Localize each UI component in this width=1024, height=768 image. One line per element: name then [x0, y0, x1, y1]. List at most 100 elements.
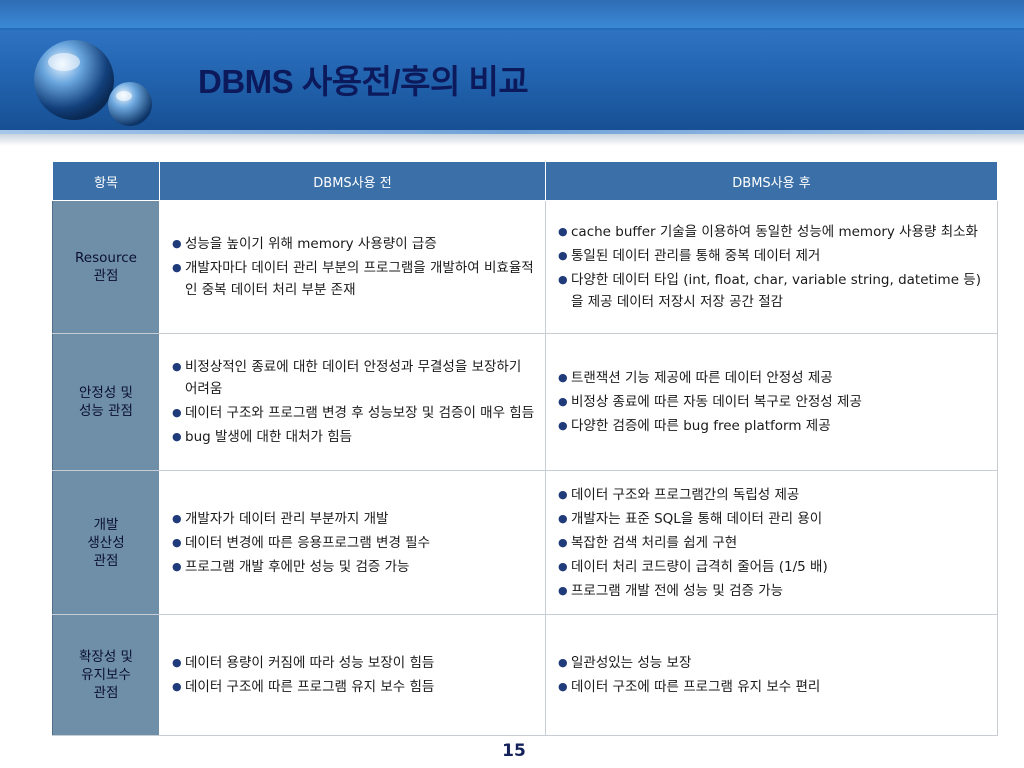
- category-cell: Resource 관점: [52, 200, 160, 334]
- bullet-icon: ●: [558, 680, 568, 693]
- bullet-icon: ●: [172, 535, 182, 549]
- slide-title: DBMS 사용전/후의 비교: [198, 63, 529, 100]
- list-item: ● 다양한 데이터 타입 (int, float, char, variable …: [558, 269, 987, 313]
- list-item-text: 비정상적인 종료에 대한 데이터 안정성과 무결성을 보장하기 어려움: [185, 359, 522, 397]
- before-cell: ● 비정상적인 종료에 대한 데이터 안정성과 무결성을 보장하기 어려움 ● 데이…: [159, 333, 546, 471]
- bullet-icon: ●: [558, 273, 568, 286]
- list-item: ● 데이터 구조에 따른 프로그램 유지 보수 편리: [558, 676, 987, 698]
- category-line: 관점: [93, 552, 119, 569]
- bullet-icon: ●: [172, 656, 182, 669]
- comparison-table: 항목 DBMS사용 전 DBMS사용 후 Resource 관점 ● 성능을 높이…: [52, 161, 998, 736]
- list-item: ● 데이터 구조에 따른 프로그램 유지 보수 힘듬: [172, 676, 535, 698]
- list-item-text: 트랜잭션 기능 제공에 따른 데이터 안정성 제공: [571, 370, 833, 386]
- list-item: ● 프로그램 개발 전에 성능 및 검증 가능: [558, 580, 987, 602]
- list-item-text: 개발자가 데이터 관리 부분까지 개발: [185, 510, 389, 527]
- bullet-icon: ●: [558, 371, 568, 384]
- list-item: ● 데이터 처리 코드량이 급격히 줄어듬 (1/5 배): [558, 556, 987, 578]
- list-item: ● 데이터 구조와 프로그램 변경 후 성능보장 및 검증이 매우 힘듬: [172, 402, 535, 424]
- list-item: ● 데이터 구조와 프로그램간의 독립성 제공: [558, 484, 987, 506]
- list-item: ● cache buffer 기술을 이용하여 동일한 성능에 memory 사용…: [558, 221, 987, 243]
- list-item-text: 비정상 종료에 따른 자동 데이터 복구로 안정성 제공: [571, 394, 862, 410]
- list-item-text: 통일된 데이터 관리를 통해 중복 데이터 제거: [571, 248, 821, 264]
- list-item: ● 데이터 변경에 따른 응용프로그램 변경 필수: [172, 532, 535, 554]
- list-item-text: 프로그램 개발 후에만 성능 및 검증 가능: [185, 558, 410, 575]
- list-item: ● 복잡한 검색 처리를 쉽게 구현: [558, 532, 987, 554]
- bullet-icon: ●: [558, 535, 568, 549]
- list-item: ● 비정상 종료에 따른 자동 데이터 복구로 안정성 제공: [558, 391, 987, 413]
- table-row: 안정성 및 성능 관점 ● 비정상적인 종료에 대한 데이터 안정성과 무결성을 …: [52, 333, 998, 471]
- before-cell: ● 데이터 용량이 커짐에 따라 성능 보장이 힘듬 ● 데이터 구조에 따른 프로…: [159, 614, 546, 736]
- category-cell: 안정성 및 성능 관점: [52, 333, 160, 471]
- category-cell: 개발 생산성 관점: [52, 470, 160, 615]
- bullet-icon: ●: [172, 511, 182, 525]
- bullet-icon: ●: [558, 225, 568, 238]
- table: 항목 DBMS사용 전 DBMS사용 후 Resource 관점 ● 성능을 높이…: [52, 161, 998, 736]
- list-item-text: cache buffer 기술을 이용하여 동일한 성능에 memory 사용량…: [571, 224, 978, 240]
- list-item: ● bug 발생에 대한 대처가 힘듬: [172, 426, 535, 448]
- list-item-text: 데이터 구조에 따른 프로그램 유지 보수 편리: [571, 679, 821, 695]
- after-cell: ● 트랜잭션 기능 제공에 따른 데이터 안정성 제공 ● 비정상 종료에 따른 자…: [545, 333, 998, 471]
- before-list: ● 비정상적인 종료에 대한 데이터 안정성과 무결성을 보장하기 어려움 ● 데이…: [160, 356, 545, 448]
- category-line: 관점: [93, 268, 119, 284]
- header-before: DBMS사용 전: [159, 161, 546, 201]
- list-item: ● 비정상적인 종료에 대한 데이터 안정성과 무결성을 보장하기 어려움: [172, 356, 535, 400]
- list-item: ● 일관성있는 성능 보장: [558, 652, 987, 674]
- before-list: ● 성능을 높이기 위해 memory 사용량이 급증 ● 개발자마다 데이터 관리…: [160, 233, 545, 301]
- category-line: 관점: [93, 685, 119, 701]
- page-number: 15: [502, 741, 526, 761]
- table-row: 개발 생산성 관점 ● 개발자가 데이터 관리 부분까지 개발 ● 데이터 변경에 …: [52, 470, 998, 615]
- category-line: 확장성 및: [79, 649, 133, 665]
- header-item: 항목: [52, 161, 160, 201]
- list-item-text: 데이터 변경에 따른 응용프로그램 변경 필수: [185, 534, 431, 551]
- list-item: ● 성능을 높이기 위해 memory 사용량이 급증: [172, 233, 535, 255]
- after-list: ● cache buffer 기술을 이용하여 동일한 성능에 memory 사용…: [546, 221, 997, 313]
- list-item: ● 다양한 검증에 따른 bug free platform 제공: [558, 415, 987, 437]
- before-list: ● 개발자가 데이터 관리 부분까지 개발 ● 데이터 변경에 따른 응용프로그램 …: [160, 508, 545, 578]
- bullet-icon: ●: [172, 261, 182, 274]
- list-item-text: 개발자는 표준 SQL을 통해 데이터 관리 용이: [571, 510, 823, 527]
- list-item-text: 데이터 구조와 프로그램간의 독립성 제공: [571, 486, 800, 503]
- list-item-text: 다양한 데이터 타입 (int, float, char, variable s…: [571, 272, 981, 310]
- after-cell: ● cache buffer 기술을 이용하여 동일한 성능에 memory 사용…: [545, 200, 998, 334]
- header-after: DBMS사용 후: [545, 161, 998, 201]
- before-cell: ● 성능을 높이기 위해 memory 사용량이 급증 ● 개발자마다 데이터 관리…: [159, 200, 546, 334]
- bullet-icon: ●: [558, 395, 568, 408]
- header-top-strip: [0, 0, 1024, 28]
- bullet-icon: ●: [558, 511, 568, 525]
- category-line: 생산성: [87, 534, 125, 551]
- bullet-icon: ●: [172, 430, 182, 443]
- before-cell: ● 개발자가 데이터 관리 부분까지 개발 ● 데이터 변경에 따른 응용프로그램 …: [159, 470, 546, 615]
- list-item-text: 성능을 높이기 위해 memory 사용량이 급증: [185, 236, 437, 252]
- bullet-icon: ●: [558, 583, 568, 597]
- header-shadow: [0, 134, 1024, 146]
- list-item: ● 데이터 용량이 커짐에 따라 성능 보장이 힘듬: [172, 652, 535, 674]
- bullet-icon: ●: [558, 487, 568, 501]
- list-item-text: 복잡한 검색 처리를 쉽게 구현: [571, 534, 738, 551]
- list-item: ● 통일된 데이터 관리를 통해 중복 데이터 제거: [558, 245, 987, 267]
- bullet-icon: ●: [172, 237, 182, 250]
- after-cell: ● 일관성있는 성능 보장 ● 데이터 구조에 따른 프로그램 유지 보수 편리: [545, 614, 998, 736]
- bullet-icon: ●: [558, 559, 568, 573]
- list-item-text: 프로그램 개발 전에 성능 및 검증 가능: [571, 582, 784, 599]
- list-item-text: 개발자마다 데이터 관리 부분의 프로그램을 개발하여 비효율적인 중복 데이터…: [185, 260, 534, 298]
- after-list: ● 트랜잭션 기능 제공에 따른 데이터 안정성 제공 ● 비정상 종료에 따른 자…: [546, 367, 997, 437]
- before-list: ● 데이터 용량이 커짐에 따라 성능 보장이 힘듬 ● 데이터 구조에 따른 프로…: [160, 652, 545, 698]
- bullet-icon: ●: [558, 656, 568, 669]
- list-item-text: 데이터 구조와 프로그램 변경 후 성능보장 및 검증이 매우 힘듬: [185, 405, 535, 421]
- table-row: Resource 관점 ● 성능을 높이기 위해 memory 사용량이 급증 ●…: [52, 200, 998, 334]
- list-item: ● 프로그램 개발 후에만 성능 및 검증 가능: [172, 556, 535, 578]
- list-item-text: 데이터 용량이 커짐에 따라 성능 보장이 힘듬: [185, 655, 435, 671]
- bullet-icon: ●: [172, 360, 182, 373]
- list-item: ● 트랜잭션 기능 제공에 따른 데이터 안정성 제공: [558, 367, 987, 389]
- bullet-icon: ●: [558, 419, 568, 432]
- list-item: ● 개발자마다 데이터 관리 부분의 프로그램을 개발하여 비효율적인 중복 데이…: [172, 257, 535, 301]
- globe-spheres-icon: [34, 40, 152, 126]
- after-list: ● 일관성있는 성능 보장 ● 데이터 구조에 따른 프로그램 유지 보수 편리: [546, 652, 997, 698]
- category-line: Resource: [75, 250, 137, 266]
- bullet-icon: ●: [172, 680, 182, 693]
- list-item: ● 개발자는 표준 SQL을 통해 데이터 관리 용이: [558, 508, 987, 530]
- after-list: ● 데이터 구조와 프로그램간의 독립성 제공 ● 개발자는 표준 SQL을 통해 …: [546, 484, 997, 602]
- list-item-text: 일관성있는 성능 보장: [571, 655, 692, 671]
- after-cell: ● 데이터 구조와 프로그램간의 독립성 제공 ● 개발자는 표준 SQL을 통해 …: [545, 470, 998, 615]
- list-item: ● 개발자가 데이터 관리 부분까지 개발: [172, 508, 535, 530]
